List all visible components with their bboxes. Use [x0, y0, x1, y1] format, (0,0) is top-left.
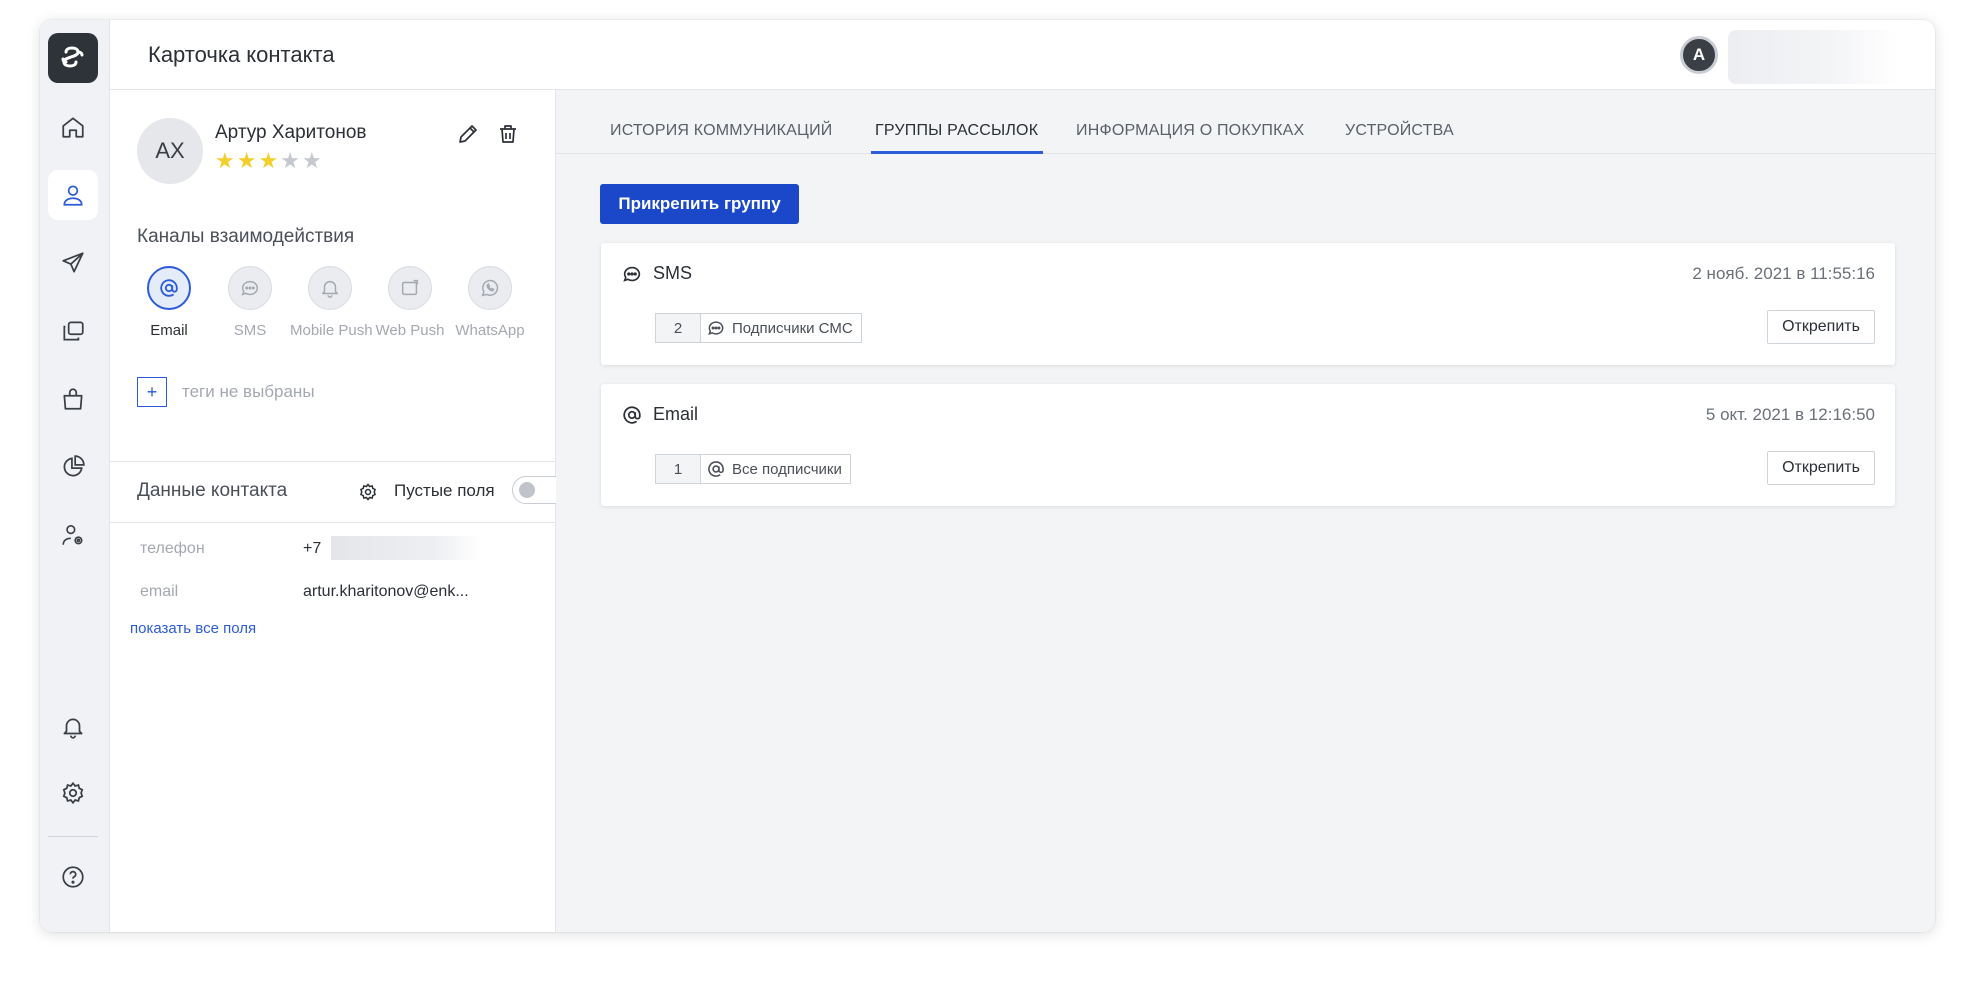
at-icon	[623, 406, 641, 424]
copy-icon	[63, 321, 84, 341]
gear-icon[interactable]	[358, 482, 378, 502]
empty-fields-label: Пустые поля	[394, 481, 495, 500]
attach-group-button[interactable]: Прикрепить группу	[600, 184, 799, 224]
group-count: 1	[655, 454, 701, 484]
contact-panel: АХ Артур Харитонов ★★★★★ Каналы взаимоде…	[110, 90, 568, 932]
contact-avatar: АХ	[137, 118, 203, 184]
edit-icon[interactable]	[456, 122, 480, 146]
trash-icon[interactable]	[496, 122, 520, 146]
help-icon	[62, 866, 84, 888]
tab-devices[interactable]: УСТРОЙСТВА	[1345, 122, 1454, 140]
chat-icon	[708, 321, 724, 336]
at-icon	[160, 279, 178, 297]
star-icon[interactable]: ★	[280, 148, 302, 173]
user-avatar[interactable]: A	[1680, 36, 1718, 74]
page-title: Карточка контакта	[148, 42, 335, 67]
bell-icon	[321, 280, 339, 298]
browser-icon	[401, 279, 419, 296]
field-key-email: email	[140, 583, 179, 600]
group-card-sms: SMS 2 нояб. 2021 в 11:55:16 2 Подписчики…	[601, 243, 1895, 365]
channel-label: SMS	[233, 322, 267, 339]
group-chip[interactable]: Подписчики СМС	[700, 313, 862, 343]
top-bar: Карточка контакта A	[110, 20, 1935, 90]
group-attached-date: 5 окт. 2021 в 12:16:50	[1705, 405, 1875, 424]
sidebar-item-templates[interactable]	[48, 306, 98, 356]
channels-title: Каналы взаимодействия	[137, 226, 355, 247]
phone-redacted	[331, 536, 481, 560]
group-channel-title: SMS	[653, 263, 693, 283]
channel-sms[interactable]: SMS	[210, 266, 290, 339]
sidebar-item-settings[interactable]	[48, 768, 98, 818]
sidebar-rail	[40, 20, 110, 932]
tab-bar: ИСТОРИЯ КОММУНИКАЦИЙ ГРУППЫ РАССЫЛОК ИНФ…	[556, 90, 1935, 154]
sidebar-divider	[48, 836, 98, 837]
gear-icon	[62, 781, 84, 805]
sidebar-item-analytics[interactable]	[48, 442, 98, 492]
field-value-email: artur.kharitonov@enk...	[303, 583, 469, 600]
shopping-bag-icon	[63, 388, 83, 410]
star-icon[interactable]: ★	[258, 148, 280, 173]
sidebar-item-user-settings[interactable]	[48, 510, 98, 560]
star-icon[interactable]: ★	[302, 148, 324, 173]
user-name-redacted[interactable]	[1728, 30, 1898, 84]
sidebar-item-orders[interactable]	[48, 374, 98, 424]
field-key-phone: телефон	[140, 540, 205, 557]
group-name: Подписчики СМС	[732, 319, 853, 337]
bell-icon	[63, 718, 83, 739]
tab-communication-history[interactable]: ИСТОРИЯ КОММУНИКАЦИЙ	[610, 122, 832, 140]
at-icon	[708, 461, 724, 477]
channel-label: Email	[150, 322, 188, 339]
brand-logo-icon[interactable]	[48, 33, 98, 83]
whatsapp-icon	[481, 279, 499, 297]
sidebar-item-help[interactable]	[48, 852, 98, 902]
detach-button[interactable]: Открепить	[1767, 451, 1875, 485]
sidebar-item-notifications[interactable]	[48, 702, 98, 752]
channel-label: Web Push	[375, 322, 445, 339]
group-name: Все подписчики	[732, 460, 842, 478]
channel-whatsapp[interactable]: WhatsApp	[450, 266, 530, 339]
pie-chart-icon	[63, 455, 85, 477]
divider	[110, 522, 556, 523]
tab-purchase-info[interactable]: ИНФОРМАЦИЯ О ПОКУПКАХ	[1076, 122, 1304, 140]
chat-icon	[241, 280, 259, 296]
chat-icon	[623, 266, 641, 282]
group-attached-date: 2 нояб. 2021 в 11:55:16	[1692, 264, 1875, 283]
channel-label: Mobile Push	[290, 322, 373, 339]
contact-data-title: Данные контакта	[137, 480, 288, 501]
show-all-fields-link[interactable]: показать все поля	[130, 620, 256, 637]
contact-rating[interactable]: ★★★★★	[215, 148, 324, 174]
send-icon	[62, 252, 84, 273]
tags-empty-label: теги не выбраны	[182, 382, 315, 401]
channel-email[interactable]: Email	[129, 266, 209, 339]
contact-name: Артур Харитонов	[215, 122, 367, 143]
star-icon[interactable]: ★	[237, 148, 259, 173]
channel-label: WhatsApp	[455, 322, 525, 339]
sidebar-item-contacts[interactable]	[48, 170, 98, 220]
tab-mailing-groups[interactable]: ГРУППЫ РАССЫЛОК	[875, 122, 1038, 140]
group-count: 2	[655, 313, 701, 343]
group-channel-title: Email	[653, 404, 699, 424]
star-icon[interactable]: ★	[215, 148, 237, 173]
channel-mobile-push[interactable]: Mobile Push	[290, 266, 373, 339]
add-tag-button[interactable]: +	[137, 377, 167, 407]
sidebar-item-home[interactable]	[48, 102, 98, 152]
divider	[110, 461, 556, 462]
detach-button[interactable]: Открепить	[1767, 310, 1875, 344]
field-value-phone: +7	[303, 540, 322, 557]
toggle-knob	[519, 482, 535, 498]
sidebar-item-campaigns[interactable]	[48, 238, 98, 288]
active-tab-indicator	[871, 151, 1043, 154]
group-chip[interactable]: Все подписчики	[700, 454, 851, 484]
main-content: ИСТОРИЯ КОММУНИКАЦИЙ ГРУППЫ РАССЫЛОК ИНФ…	[556, 90, 1935, 932]
home-icon	[62, 117, 84, 138]
channel-web-push[interactable]: Web Push	[370, 266, 450, 339]
user-settings-icon	[62, 524, 83, 545]
contact-icon	[63, 185, 83, 206]
group-card-email: Email 5 окт. 2021 в 12:16:50 1 Все подпи…	[601, 384, 1895, 506]
app-window: Карточка контакта A АХ Артур Харитонов ★…	[40, 20, 1935, 932]
